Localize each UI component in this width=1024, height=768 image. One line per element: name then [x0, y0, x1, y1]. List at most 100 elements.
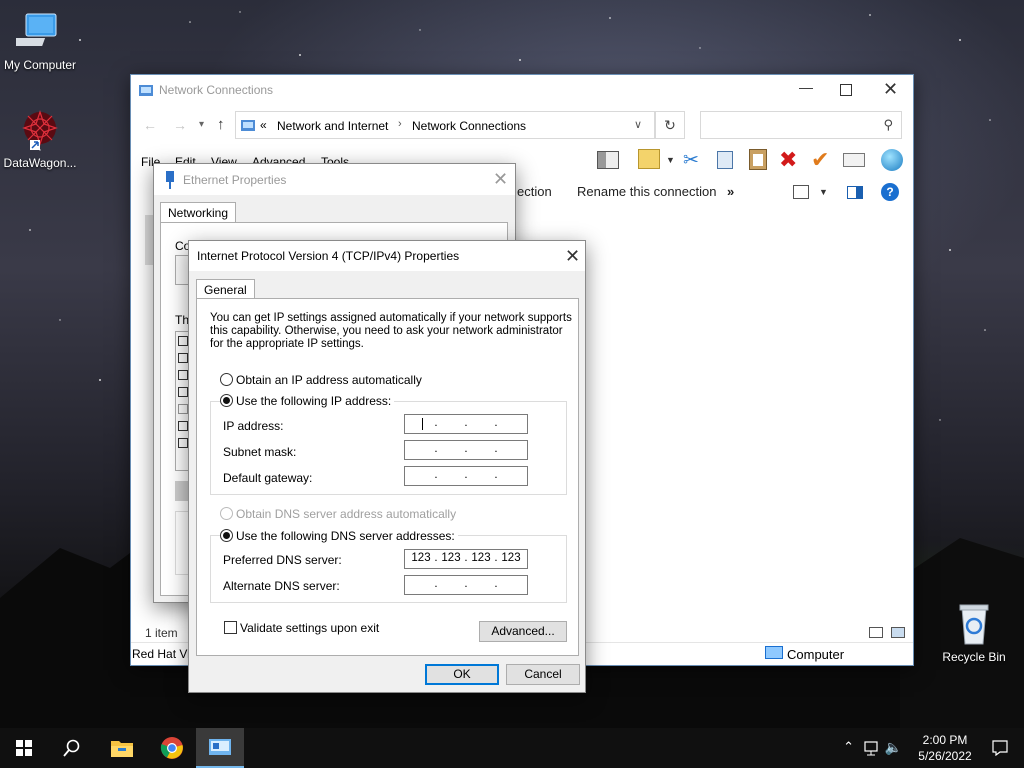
alternate-dns-field[interactable]: . . .: [404, 575, 528, 595]
delete-icon[interactable]: ✖: [779, 147, 797, 173]
ip-octet[interactable]: 123: [468, 552, 494, 564]
desktop-icon-my-computer[interactable]: My Computer: [0, 8, 80, 72]
breadcrumb-prefix[interactable]: «: [260, 118, 267, 132]
up-button[interactable]: ↑: [217, 116, 225, 133]
cut-icon[interactable]: ✂: [683, 149, 699, 172]
refresh-button[interactable]: ↻: [655, 111, 685, 139]
radio-selected-icon[interactable]: [220, 529, 233, 542]
octet-dot: .: [494, 578, 498, 590]
desktop-icon-datawagon[interactable]: DataWagon...: [0, 106, 80, 170]
start-icon: [16, 740, 32, 756]
file-explorer-button[interactable]: [98, 728, 146, 768]
folder-options-icon[interactable]: [638, 149, 660, 169]
details-view-icon[interactable]: [869, 627, 883, 638]
address-dropdown-icon[interactable]: ∨: [634, 118, 642, 131]
radio-selected-icon[interactable]: [220, 394, 233, 407]
obtain-dns-auto-label: Obtain DNS server address automatically: [236, 507, 457, 521]
component-checkbox[interactable]: [178, 336, 188, 346]
desktop-icon-recycle-bin[interactable]: Recycle Bin: [934, 600, 1014, 664]
command-partial[interactable]: ection: [517, 184, 552, 199]
cancel-button[interactable]: Cancel: [506, 664, 580, 685]
notifications-icon[interactable]: [992, 740, 1008, 756]
clock-time: 2:00 PM: [922, 733, 968, 747]
component-checkbox[interactable]: [178, 404, 188, 414]
chrome-icon: [160, 737, 183, 759]
maximize-icon: [840, 84, 852, 96]
network-connections-taskbar-button[interactable]: [196, 728, 244, 768]
large-icons-view-icon[interactable]: [891, 627, 905, 638]
datawagon-icon: [22, 110, 58, 150]
preview-pane-icon[interactable]: [597, 151, 619, 169]
obtain-ip-auto-label: Obtain an IP address automatically: [236, 373, 422, 387]
paste-icon[interactable]: [749, 149, 767, 170]
radio-disabled-icon[interactable]: [220, 507, 233, 520]
search-input[interactable]: ⚲: [700, 111, 902, 139]
close-button[interactable]: ✕: [565, 247, 580, 265]
rename-icon[interactable]: [843, 153, 865, 167]
desktop-icon-label: DataWagon...: [3, 156, 77, 170]
component-checkbox[interactable]: [178, 421, 188, 431]
more-commands-button[interactable]: »: [727, 184, 734, 199]
window-title: Network Connections: [159, 83, 274, 97]
default-gateway-field[interactable]: . . .: [404, 466, 528, 486]
chrome-button[interactable]: [148, 728, 196, 768]
text-cursor: [422, 418, 423, 430]
use-following-dns-radio[interactable]: Use the following DNS server addresses:: [220, 529, 458, 543]
ok-button[interactable]: OK: [425, 664, 499, 685]
subnet-mask-field[interactable]: . . .: [404, 440, 528, 460]
change-view-icon[interactable]: [793, 185, 809, 199]
network-folder-icon: [241, 120, 255, 131]
octet-dot: .: [464, 578, 468, 590]
radio-icon[interactable]: [220, 373, 233, 386]
octet-dot: .: [434, 469, 438, 481]
close-button[interactable]: ✕: [493, 170, 508, 188]
ip-octet[interactable]: 123: [438, 552, 464, 564]
help-icon[interactable]: ?: [881, 183, 899, 201]
globe-icon[interactable]: [881, 149, 903, 171]
preferred-dns-field[interactable]: 123. 123. 123. 123: [404, 549, 528, 569]
computer-icon: [16, 13, 57, 46]
copy-icon[interactable]: [717, 151, 733, 169]
subnet-mask-label: Subnet mask:: [223, 445, 297, 459]
octet-dot: .: [494, 443, 498, 455]
address-bar[interactable]: « Network and Internet › Network Connect…: [235, 111, 655, 139]
component-checkbox[interactable]: [178, 438, 188, 448]
clock[interactable]: 2:00 PM 5/26/2022: [912, 732, 978, 764]
use-following-ip-radio[interactable]: Use the following IP address:: [220, 394, 395, 408]
ip-octet[interactable]: 123: [498, 552, 524, 564]
description-line: for the appropriate IP settings.: [210, 338, 364, 350]
properties-check-icon[interactable]: ✔: [811, 147, 829, 173]
component-checkbox[interactable]: [178, 370, 188, 380]
chevron-down-icon[interactable]: ▼: [819, 187, 828, 197]
checkbox-icon[interactable]: [224, 621, 237, 634]
advanced-button[interactable]: Advanced...: [479, 621, 567, 642]
minimize-button[interactable]: —: [796, 79, 816, 95]
maximize-button[interactable]: [836, 80, 856, 100]
validate-settings-checkbox[interactable]: Validate settings upon exit: [224, 621, 379, 635]
close-button[interactable]: ✕: [883, 80, 898, 98]
obtain-dns-auto-radio[interactable]: Obtain DNS server address automatically: [220, 507, 456, 521]
breadcrumb-network-and-internet[interactable]: Network and Internet: [277, 119, 388, 133]
search-button[interactable]: [48, 728, 96, 768]
component-checkbox[interactable]: [178, 353, 188, 363]
recent-locations-button[interactable]: ▾: [199, 119, 204, 130]
obtain-ip-auto-radio[interactable]: Obtain an IP address automatically: [220, 373, 422, 387]
start-button[interactable]: [0, 728, 48, 768]
forward-button[interactable]: →: [173, 117, 187, 133]
taskbar: ⌃ 🔈 2:00 PM 5/26/2022: [0, 728, 1024, 768]
install-button[interactable]: [175, 481, 189, 501]
component-checkbox[interactable]: [178, 387, 188, 397]
alternate-dns-label: Alternate DNS server:: [223, 579, 340, 593]
network-icon[interactable]: [864, 740, 880, 756]
preview-pane-toggle-icon[interactable]: [847, 186, 863, 199]
rename-connection-command[interactable]: Rename this connection: [577, 184, 716, 199]
ip-address-field[interactable]: . . .: [404, 414, 528, 434]
volume-icon[interactable]: 🔈: [885, 739, 902, 756]
chevron-down-icon[interactable]: ▼: [666, 155, 675, 165]
breadcrumb-network-connections[interactable]: Network Connections: [412, 119, 526, 133]
status-item-count: 1 item: [145, 626, 178, 640]
back-button[interactable]: ←: [143, 117, 157, 133]
tab-networking[interactable]: Networking: [160, 202, 237, 224]
ip-octet[interactable]: 123: [408, 552, 434, 564]
show-hidden-icons-chevron-icon[interactable]: ⌃: [843, 739, 854, 755]
